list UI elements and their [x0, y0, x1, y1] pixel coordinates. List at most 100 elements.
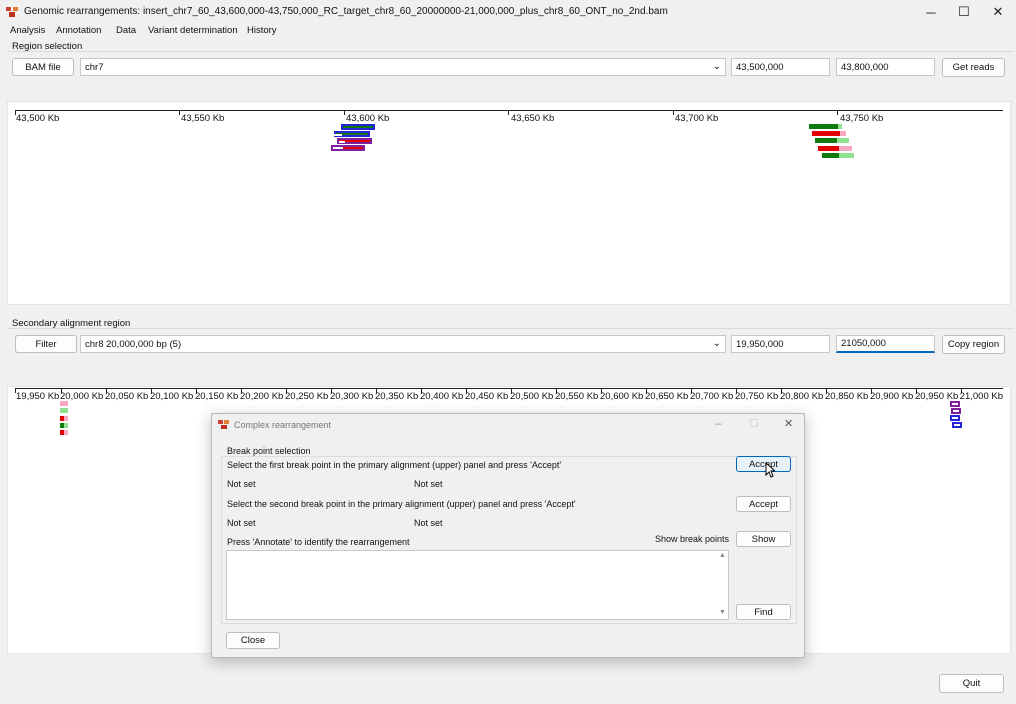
filter-button[interactable]: Filter [15, 335, 77, 353]
second-break-instruction: Select the second break point in the pri… [227, 499, 576, 509]
secondary-chromosome-value: chr8 20,000,000 bp (5) [85, 338, 182, 350]
read-alignment[interactable] [64, 416, 68, 421]
read-alignment[interactable] [840, 131, 846, 136]
secondary-tick-label: 20,700 Kb [690, 391, 734, 402]
secondary-tick-label: 20,350 Kb [375, 391, 419, 402]
get-reads-button[interactable]: Get reads [942, 58, 1005, 77]
primary-tick-mark [508, 110, 509, 115]
result-textarea[interactable] [226, 550, 729, 620]
read-alignment[interactable] [341, 124, 375, 130]
read-gap [334, 134, 342, 136]
break-point-group-label: Break point selection [227, 446, 311, 456]
secondary-tick-label: 20,300 Kb [330, 391, 374, 402]
primary-axis-line [15, 110, 1003, 111]
quit-button[interactable]: Quit [939, 674, 1004, 693]
read-alignment[interactable] [839, 146, 852, 151]
secondary-tick-label: 20,450 Kb [465, 391, 509, 402]
cursor-icon [765, 462, 775, 478]
primary-tick-mark [837, 110, 838, 115]
window-title: Genomic rearrangements: insert_chr7_60_4… [24, 6, 668, 17]
secondary-tick-label: 20,050 Kb [105, 391, 149, 402]
app-icon [6, 7, 18, 17]
read-alignment[interactable] [838, 124, 842, 129]
menu-variant-determination[interactable]: Variant determination [148, 25, 238, 36]
read-alignment[interactable] [952, 422, 962, 428]
region-start-input[interactable]: 43,500,000 [731, 58, 830, 76]
complex-rearrangement-dialog: Complex rearrangement – ☐ ✕ Break point … [211, 413, 805, 658]
find-button[interactable]: Find [736, 604, 791, 620]
second-break-start-value: Not set [227, 518, 256, 528]
dialog-title: Complex rearrangement [234, 420, 332, 430]
bam-file-button[interactable]: BAM file [12, 58, 74, 76]
primary-tick-label: 43,600 Kb [346, 113, 390, 124]
menu-annotation[interactable]: Annotation [56, 25, 101, 36]
primary-tick-mark [673, 110, 674, 115]
secondary-tick-label: 21,000 Kb [959, 391, 1003, 402]
secondary-tick-label: 20,500 Kb [510, 391, 554, 402]
scroll-up-icon[interactable]: ▲ [719, 552, 726, 559]
dialog-close-action-button[interactable]: Close [226, 632, 280, 649]
read-gap [339, 141, 345, 143]
read-alignment[interactable] [809, 124, 838, 129]
secondary-axis-line [15, 388, 1003, 389]
show-button[interactable]: Show [736, 531, 791, 547]
secondary-chromosome-select[interactable]: chr8 20,000,000 bp (5) ⌄ [80, 335, 726, 353]
minimize-button[interactable]: ─ [914, 0, 948, 24]
secondary-tick-label: 19,950 Kb [16, 391, 60, 402]
menu-analysis[interactable]: Analysis [10, 25, 45, 36]
read-alignment[interactable] [64, 430, 68, 435]
copy-region-button[interactable]: Copy region [942, 335, 1005, 354]
primary-tick-label: 43,550 Kb [181, 113, 225, 124]
dialog-maximize-button: ☐ [749, 418, 759, 430]
primary-tick-label: 43,700 Kb [675, 113, 719, 124]
secondary-tick-label: 20,900 Kb [870, 391, 914, 402]
secondary-tick-label: 20,100 Kb [150, 391, 194, 402]
secondary-tick-label: 20,250 Kb [285, 391, 329, 402]
secondary-tick-label: 20,650 Kb [645, 391, 689, 402]
region-end-input[interactable]: 43,800,000 [836, 58, 935, 76]
read-alignment[interactable] [64, 423, 68, 428]
dialog-close-button[interactable]: ✕ [784, 417, 793, 430]
scroll-down-icon[interactable]: ▼ [719, 609, 726, 616]
primary-alignment-panel[interactable] [7, 101, 1011, 305]
read-alignment[interactable] [60, 408, 68, 413]
second-break-end-value: Not set [414, 518, 443, 528]
dialog-minimize-button[interactable]: – [715, 416, 722, 430]
secondary-tick-label: 20,400 Kb [420, 391, 464, 402]
read-alignment[interactable] [818, 146, 839, 151]
read-alignment[interactable] [812, 131, 840, 136]
secondary-tick-label: 20,750 Kb [735, 391, 779, 402]
menu-data[interactable]: Data [116, 25, 136, 36]
read-alignment[interactable] [837, 138, 849, 143]
read-alignment[interactable] [950, 401, 960, 407]
secondary-tick-label: 20,150 Kb [195, 391, 239, 402]
primary-tick-mark [344, 110, 345, 115]
read-alignment[interactable] [951, 408, 961, 414]
maximize-button[interactable]: ☐ [947, 0, 981, 24]
read-alignment[interactable] [950, 415, 960, 421]
first-break-end-value: Not set [414, 479, 443, 489]
chromosome-value: chr7 [85, 61, 104, 73]
accept-first-button[interactable]: Accept [736, 456, 791, 472]
read-alignment[interactable] [815, 138, 837, 143]
read-alignment[interactable] [60, 401, 68, 406]
secondary-start-input[interactable]: 19,950,000 [731, 335, 830, 353]
region-divider [8, 51, 1014, 52]
secondary-tick-label: 20,600 Kb [600, 391, 644, 402]
primary-tick-mark [179, 110, 180, 115]
first-break-instruction: Select the first break point in the prim… [227, 460, 562, 470]
accept-second-button[interactable]: Accept [736, 496, 791, 512]
primary-tick-label: 43,500 Kb [16, 113, 60, 124]
title-bar: Genomic rearrangements: insert_chr7_60_4… [0, 0, 1016, 24]
dialog-app-icon [218, 420, 229, 429]
primary-tick-label: 43,750 Kb [840, 113, 884, 124]
secondary-tick-label: 20,800 Kb [780, 391, 824, 402]
chromosome-select[interactable]: chr7 ⌄ [80, 58, 726, 76]
annotate-instruction: Press 'Annotate' to identify the rearran… [227, 537, 410, 547]
close-window-button[interactable]: ✕ [981, 0, 1015, 24]
menu-history[interactable]: History [247, 25, 277, 36]
read-alignment[interactable] [839, 153, 854, 158]
show-break-points-label: Show break points [655, 534, 730, 544]
secondary-end-input[interactable]: 21050,000 [836, 335, 935, 353]
read-alignment[interactable] [822, 153, 839, 158]
